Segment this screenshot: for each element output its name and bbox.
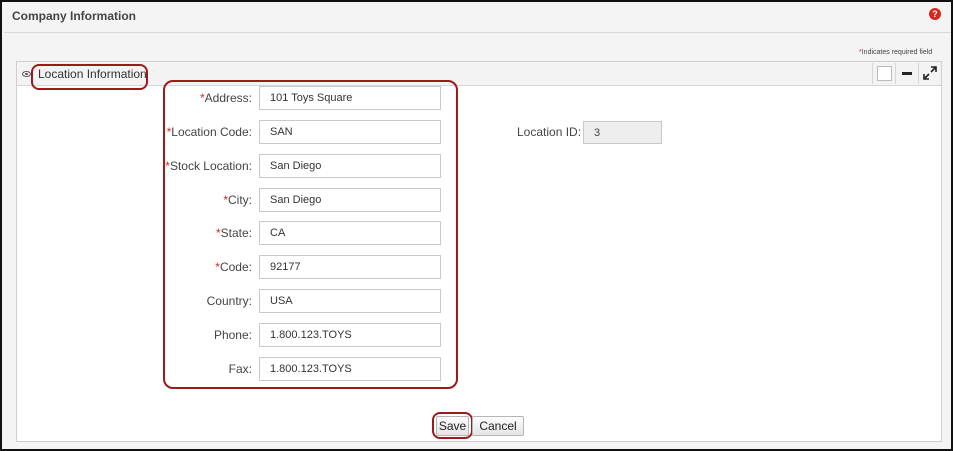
title-divider — [4, 32, 951, 33]
country-row: Country: — [17, 289, 941, 313]
required-field-note: *Indicates required field — [859, 49, 933, 56]
state-row: *State: — [17, 221, 941, 245]
question-circle-icon[interactable]: ? — [929, 8, 941, 20]
panel-header: Location Information — [17, 62, 941, 86]
code-row: *Code: — [17, 255, 941, 279]
cancel-button[interactable]: Cancel — [472, 416, 524, 436]
expand-icon — [923, 66, 937, 80]
location-code-row: *Location Code: — [17, 120, 941, 144]
fax-row: Fax: — [17, 357, 941, 381]
select-panel-button[interactable] — [872, 63, 894, 84]
form-highlight — [163, 80, 458, 389]
minus-icon — [902, 72, 912, 75]
collapse-panel-button[interactable] — [895, 63, 917, 84]
stock-location-row: *Stock Location: — [17, 154, 941, 178]
location-information-panel: Location Information *Address: *Location… — [16, 61, 942, 442]
location-id-field — [583, 121, 662, 144]
expand-panel-button[interactable] — [918, 63, 940, 84]
page-title: Company Information — [12, 9, 137, 23]
address-row: *Address: — [17, 86, 941, 110]
eye-icon[interactable] — [22, 71, 31, 77]
save-button[interactable]: Save — [436, 416, 469, 436]
phone-row: Phone: — [17, 323, 941, 347]
window-frame: Company Information ? *Indicates require… — [0, 0, 953, 451]
square-icon — [877, 66, 892, 81]
location-id-label: Location ID: — [517, 125, 582, 139]
city-row: *City: — [17, 188, 941, 212]
